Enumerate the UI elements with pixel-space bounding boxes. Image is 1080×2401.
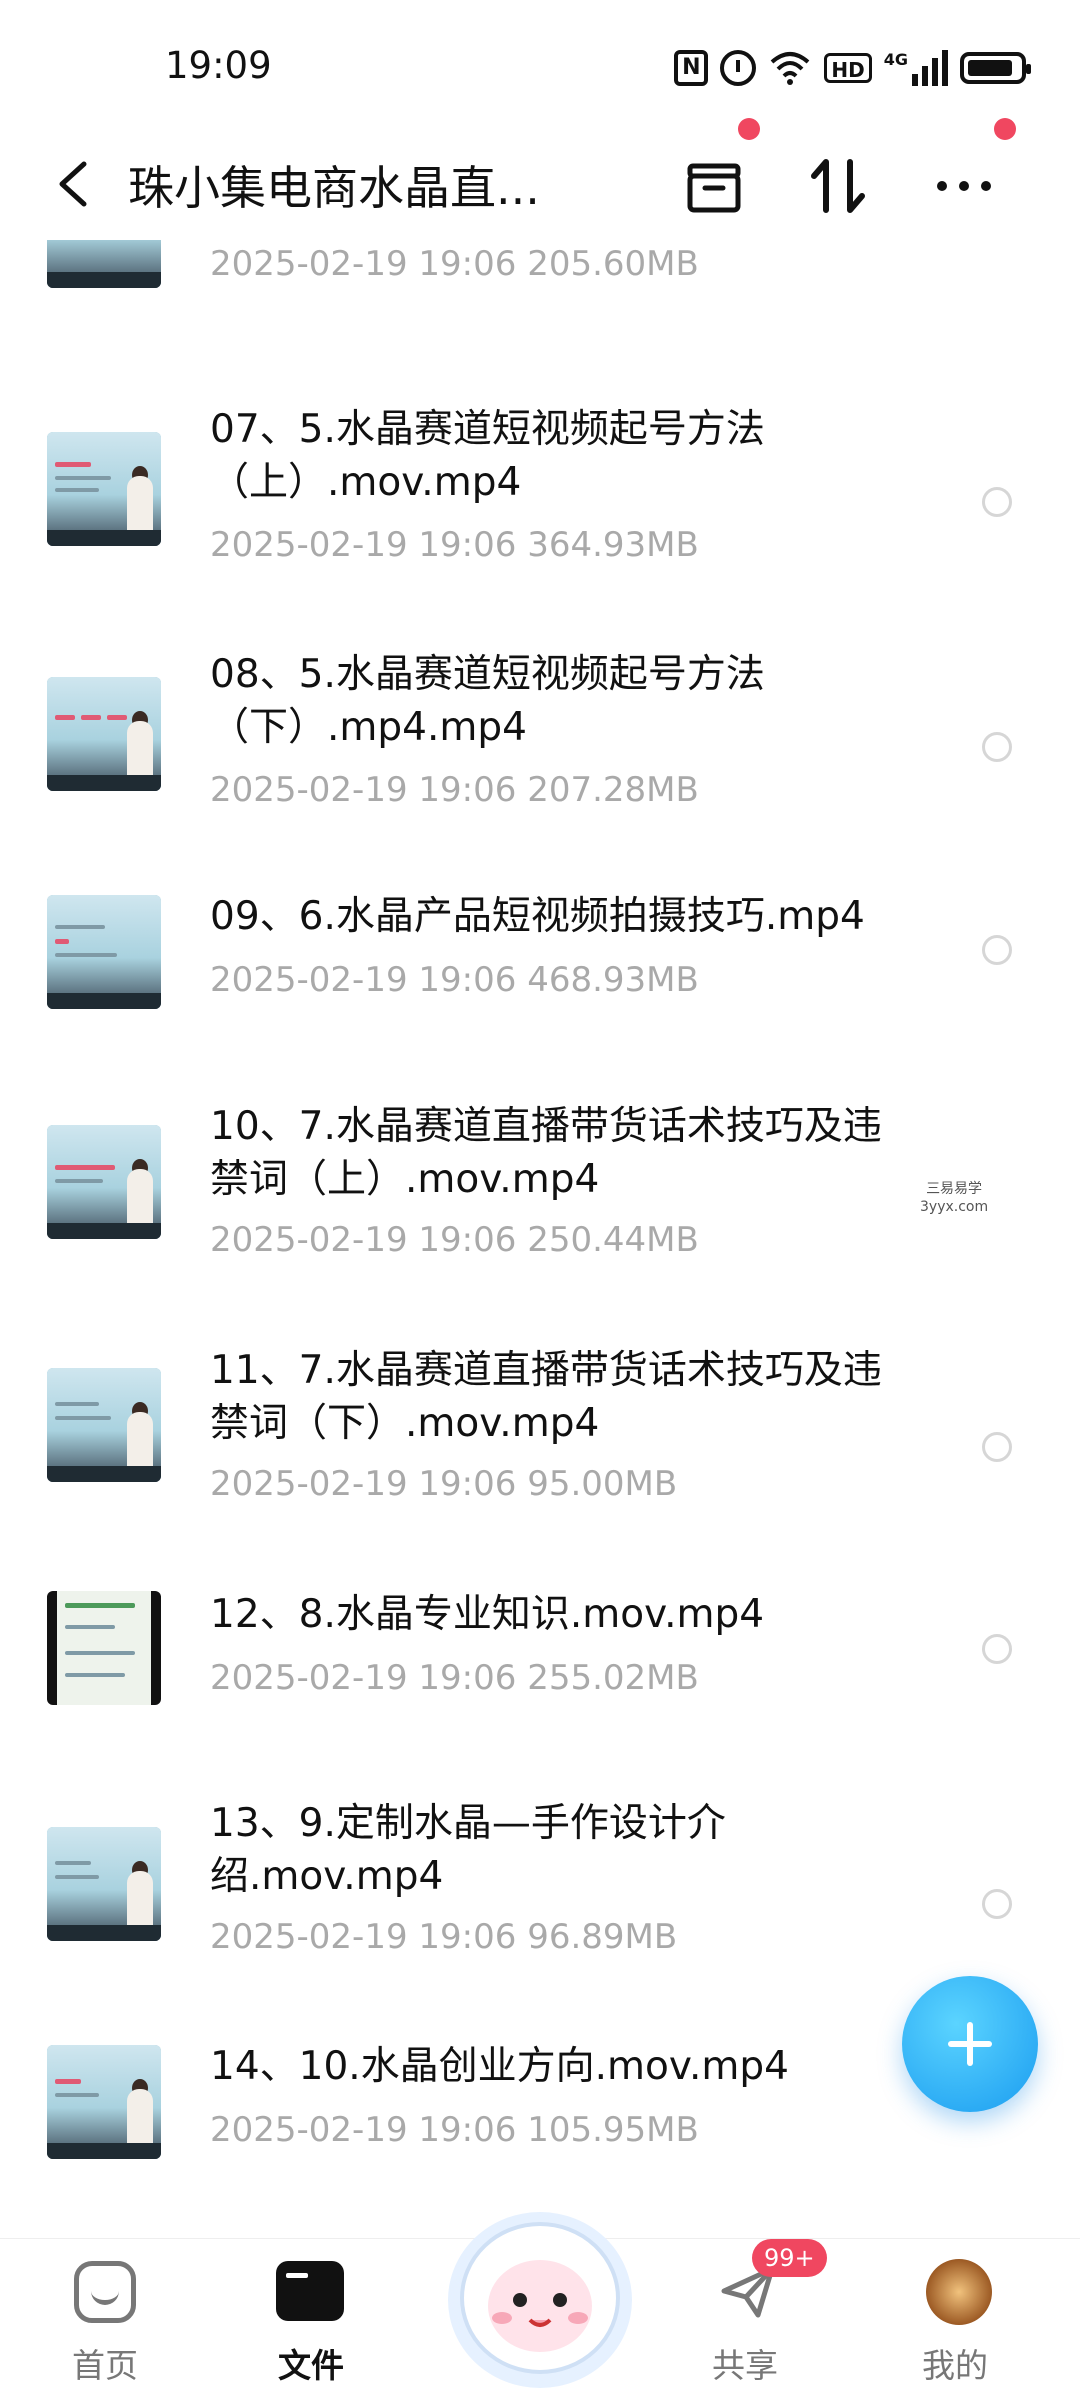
tab-files[interactable]: 文件: [236, 2239, 386, 2401]
tab-label: 我的: [922, 2346, 988, 2385]
watermark: 三易易学 3yyx.com: [920, 1180, 988, 1216]
more-notification-dot: [994, 118, 1016, 140]
more-icon[interactable]: [926, 148, 1002, 224]
tab-label: 文件: [278, 2346, 344, 2385]
archive-box-icon[interactable]: [676, 148, 752, 224]
list-item[interactable]: 2025-02-19 19:06 205.60MB: [0, 240, 1080, 330]
file-name: 07、5.水晶赛道短视频起号方法（上）.mov.mp4: [210, 407, 765, 505]
video-thumbnail: [47, 1827, 161, 1941]
list-item[interactable]: 09、6.水晶产品短视频拍摄技巧.mp4 2025-02-19 19:06 46…: [0, 890, 1080, 1060]
video-thumbnail: [47, 432, 161, 546]
share-badge: 99+: [752, 2239, 827, 2277]
select-radio[interactable]: [982, 732, 1012, 762]
list-item[interactable]: 13、9.定制水晶—手作设计介绍.mov.mp4 2025-02-19 19:0…: [0, 1797, 1080, 2007]
file-meta: 2025-02-19 19:06 468.93MB: [210, 960, 699, 1000]
video-thumbnail: [47, 1591, 161, 1705]
file-name: 13、9.定制水晶—手作设计介绍.mov.mp4: [210, 1801, 726, 1899]
home-icon: [74, 2261, 136, 2323]
file-name: 14、10.水晶创业方向.mov.mp4: [210, 2044, 789, 2089]
file-name: 11、7.水晶赛道直播带货话术技巧及违禁词（下）.mov.mp4: [210, 1348, 882, 1446]
alarm-icon: [720, 50, 757, 86]
file-name: 09、6.水晶产品短视频拍摄技巧.mp4: [210, 894, 865, 939]
sort-icon[interactable]: [800, 148, 876, 224]
file-meta: 2025-02-19 19:06 95.00MB: [210, 1464, 678, 1504]
file-meta: 2025-02-19 19:06 255.02MB: [210, 1658, 699, 1698]
hd-icon: HD: [824, 53, 872, 83]
add-button[interactable]: [902, 1976, 1038, 2112]
status-time: 19:09: [165, 44, 272, 87]
tab-me[interactable]: 我的: [880, 2239, 1030, 2401]
status-icons: N HD 4G: [674, 46, 1031, 90]
list-item[interactable]: 07、5.水晶赛道短视频起号方法（上）.mov.mp4 2025-02-19 1…: [0, 395, 1080, 605]
network-label: 4G: [883, 50, 908, 69]
status-bar: 19:09 N HD 4G: [0, 0, 1080, 130]
battery-icon: [960, 52, 1031, 84]
file-name: 08、5.水晶赛道短视频起号方法（下）.mp4.mp4: [210, 652, 765, 750]
tab-share[interactable]: 99+ 共享: [670, 2239, 827, 2401]
file-name: 10、7.水晶赛道直播带货话术技巧及违禁词（上）.mov.mp4: [210, 1104, 882, 1202]
avatar: [926, 2259, 992, 2325]
file-meta: 2025-02-19 19:06 250.44MB: [210, 1220, 699, 1260]
file-meta: 2025-02-19 19:06 96.89MB: [210, 1917, 678, 1957]
select-radio[interactable]: [982, 487, 1012, 517]
back-arrow-icon[interactable]: [50, 156, 98, 212]
video-thumbnail: [47, 1368, 161, 1482]
tab-label: 共享: [712, 2346, 778, 2385]
video-thumbnail: [47, 2045, 161, 2159]
file-meta: 2025-02-19 19:06 205.60MB: [210, 244, 699, 284]
video-thumbnail: [47, 677, 161, 791]
file-meta: 2025-02-19 19:06 207.28MB: [210, 770, 699, 810]
video-thumbnail: [47, 240, 161, 288]
signal-4g-icon: 4G: [884, 50, 948, 86]
mascot-button[interactable]: [430, 2180, 650, 2400]
select-radio[interactable]: [982, 1432, 1012, 1462]
folder-icon: [276, 2261, 344, 2321]
select-radio[interactable]: [982, 1889, 1012, 1919]
tab-label: 首页: [72, 2346, 138, 2385]
video-thumbnail: [47, 1125, 161, 1239]
tab-home[interactable]: 首页: [30, 2239, 180, 2401]
archive-notification-dot: [738, 118, 760, 140]
file-meta: 2025-02-19 19:06 105.95MB: [210, 2110, 699, 2150]
select-radio[interactable]: [982, 935, 1012, 965]
wifi-icon: [771, 52, 810, 85]
watermark-line-1: 三易易学: [926, 1181, 983, 1197]
video-thumbnail: [47, 895, 161, 1009]
list-item[interactable]: 11、7.水晶赛道直播带货话术技巧及违禁词（下）.mov.mp4 2025-02…: [0, 1344, 1080, 1554]
select-radio[interactable]: [982, 1634, 1012, 1664]
page-title: 珠小集电商水晶直...: [128, 161, 540, 215]
file-name: 12、8.水晶专业知识.mov.mp4: [210, 1592, 765, 1637]
list-item[interactable]: 08、5.水晶赛道短视频起号方法（下）.mp4.mp4 2025-02-19 1…: [0, 640, 1080, 850]
watermark-line-2: 3yyx.com: [920, 1199, 989, 1215]
list-item[interactable]: 10、7.水晶赛道直播带货话术技巧及违禁词（上）.mov.mp4 2025-02…: [0, 1100, 1080, 1320]
file-meta: 2025-02-19 19:06 364.93MB: [210, 525, 699, 565]
file-list: 2025-02-19 19:06 205.60MB 07、5.水晶赛道短视频起号…: [0, 240, 1080, 2230]
nfc-icon: N: [674, 50, 709, 86]
list-item[interactable]: 12、8.水晶专业知识.mov.mp4 2025-02-19 19:06 255…: [0, 1588, 1080, 1748]
top-bar: 珠小集电商水晶直...: [0, 118, 1080, 240]
